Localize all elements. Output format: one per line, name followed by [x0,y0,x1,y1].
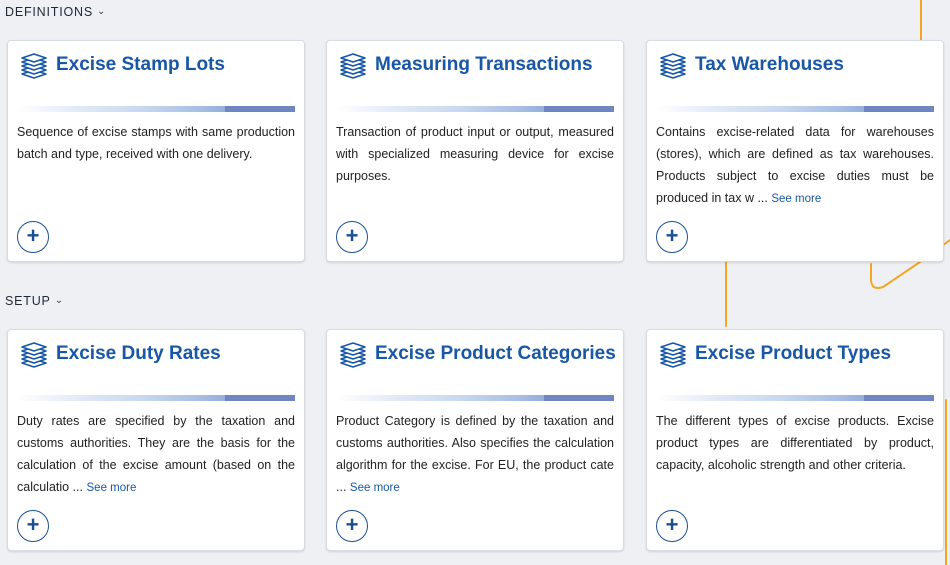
decorative-stripe [17,106,295,112]
card-description: Contains excise-related data for warehou… [656,121,934,210]
section-definitions-label: DEFINITIONS [5,5,93,19]
see-more-link[interactable]: See more [87,482,137,494]
chevron-down-icon: ⌄ [54,294,64,306]
card-title-link[interactable]: Excise Stamp Lots [20,51,294,79]
decorative-stripe [336,395,614,401]
card-title-link[interactable]: Measuring Transactions [339,51,613,79]
add-button[interactable]: + [17,221,49,253]
section-setup-label: SETUP [5,294,51,308]
card-description-text: Transaction of product input or output, … [336,125,614,183]
card-title-link[interactable]: Excise Product Categories [339,340,616,368]
decorative-stripe [656,106,934,112]
card-title: Measuring Transactions [375,54,593,75]
card-title: Tax Warehouses [695,54,844,75]
card-description: Transaction of product input or output, … [336,121,614,187]
see-more-link[interactable]: See more [771,193,821,205]
card-description: The different types of excise products. … [656,410,934,476]
card-description: Duty rates are specified by the taxation… [17,410,295,499]
card-description-text: Duty rates are specified by the taxation… [17,414,295,494]
card-excise-product-categories: Excise Product Categories Product Catego… [326,329,624,551]
add-button[interactable]: + [336,510,368,542]
card-title-link[interactable]: Excise Duty Rates [20,340,294,368]
layers-stack-icon [660,53,686,79]
decorative-stripe [656,395,934,401]
card-tax-warehouses: Tax Warehouses Contains excise-related d… [646,40,944,262]
layers-stack-icon [21,53,47,79]
card-title: Excise Product Types [695,343,892,364]
card-title: Excise Stamp Lots [56,54,225,75]
see-more-link[interactable]: See more [350,482,400,494]
plus-icon: + [665,223,679,248]
add-button[interactable]: + [656,221,688,253]
section-setup-toggle[interactable]: SETUP ⌄ [5,294,64,308]
layers-stack-icon [340,53,366,79]
card-title: Excise Product Categories [375,343,616,364]
plus-icon: + [26,512,40,537]
card-description-text: Sequence of excise stamps with same prod… [17,125,295,161]
card-description-text: The different types of excise products. … [656,414,934,472]
plus-icon: + [665,512,679,537]
card-title: Excise Duty Rates [56,343,221,364]
card-excise-duty-rates: Excise Duty Rates Duty rates are specifi… [7,329,305,551]
card-description: Sequence of excise stamps with same prod… [17,121,295,165]
chevron-down-icon: ⌄ [96,5,107,17]
add-button[interactable]: + [17,510,49,542]
card-description: Product Category is defined by the taxat… [336,410,614,499]
plus-icon: + [345,512,359,537]
card-measuring-transactions: Measuring Transactions Transaction of pr… [326,40,624,262]
layers-stack-icon [340,342,366,368]
card-excise-stamp-lots: Excise Stamp Lots Sequence of excise sta… [7,40,305,262]
add-button[interactable]: + [336,221,368,253]
card-excise-product-types: Excise Product Types The different types… [646,329,944,551]
decorative-stripe [17,395,295,401]
card-title-link[interactable]: Excise Product Types [659,340,933,368]
layers-stack-icon [660,342,686,368]
add-button[interactable]: + [656,510,688,542]
layers-stack-icon [21,342,47,368]
section-definitions-toggle[interactable]: DEFINITIONS ⌄ [5,5,106,19]
decorative-stripe [336,106,614,112]
card-title-link[interactable]: Tax Warehouses [659,51,933,79]
plus-icon: + [26,223,40,248]
plus-icon: + [345,223,359,248]
